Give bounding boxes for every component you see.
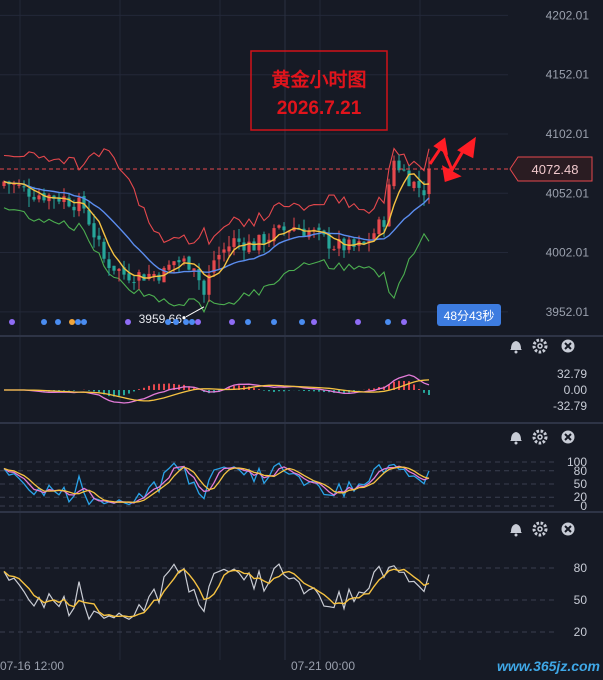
candle-body [22, 186, 26, 188]
event-dot [173, 319, 179, 325]
y-tick-label: 4002.01 [546, 246, 590, 260]
candle-body [167, 264, 171, 270]
rsi-tick-label: 80 [574, 561, 588, 575]
close-icon[interactable] [561, 430, 575, 444]
candle-body [112, 265, 116, 271]
candle-body [417, 180, 421, 188]
candle-body [172, 261, 176, 266]
macd-tick-label: 0.00 [564, 383, 588, 397]
bell-clapper [514, 533, 518, 537]
candle-body [412, 181, 416, 189]
candle-body [92, 223, 96, 238]
chart-subtitle: 2026.7.21 [277, 98, 362, 119]
y-tick-label: 4202.01 [546, 8, 590, 22]
event-dot [9, 319, 15, 325]
candle-body [117, 268, 121, 271]
kdj-tick-label: 50 [574, 477, 588, 491]
event-dot [183, 319, 189, 325]
event-dot [125, 319, 131, 325]
candle-body [182, 258, 186, 262]
candle-body [27, 188, 31, 197]
event-dot [271, 319, 277, 325]
candle-body [392, 160, 396, 187]
candle-body [192, 268, 196, 271]
candle-body [152, 273, 156, 277]
bell-clapper [514, 350, 518, 354]
candle-body [177, 260, 181, 263]
close-icon[interactable] [561, 339, 575, 353]
candle-body [77, 197, 81, 212]
candle-body [237, 238, 241, 242]
candle-body [317, 227, 321, 231]
event-dot [75, 319, 81, 325]
watermark: www.365jz.com [497, 658, 600, 674]
countdown-label: 48分43秒 [444, 309, 495, 323]
y-tick-label: 4102.01 [546, 127, 590, 141]
candle-body [277, 225, 281, 228]
event-dot [55, 319, 61, 325]
low-marker-dot [182, 316, 186, 320]
event-dot [299, 319, 305, 325]
candle-body [32, 196, 36, 200]
y-tick-label: 3952.01 [546, 305, 590, 319]
candle-body [282, 226, 286, 231]
candle-body [332, 249, 336, 251]
candle-body [422, 190, 426, 196]
rsi-tick-label: 20 [574, 625, 588, 639]
macd-tick-label: 32.79 [557, 367, 587, 381]
kdj-tick-label: 0 [580, 499, 587, 513]
event-dot [245, 319, 251, 325]
rsi-tick-label: 50 [574, 593, 588, 607]
event-dot [41, 319, 47, 325]
candle-body [127, 273, 131, 281]
x-label: 07-16 12:00 [0, 659, 64, 673]
gear-hub [537, 434, 543, 440]
candle-body [372, 233, 376, 240]
candle-body [132, 282, 136, 284]
event-dot [165, 319, 171, 325]
last-price-label: 4072.48 [532, 162, 579, 177]
candle-body [97, 235, 101, 240]
event-dot [355, 319, 361, 325]
gear-hub [537, 343, 543, 349]
macd-tick-label: -32.79 [553, 399, 587, 413]
candle-body [202, 280, 206, 295]
candle-body [217, 254, 221, 260]
kdj-tick-label: 80 [574, 464, 588, 478]
bell-clapper [514, 441, 518, 445]
candle-body [242, 242, 246, 251]
candle-body [232, 238, 236, 247]
candle-body [37, 195, 41, 200]
event-dot [195, 319, 201, 325]
y-tick-label: 4052.01 [546, 186, 590, 200]
event-dot [385, 319, 391, 325]
close-icon[interactable] [561, 522, 575, 536]
candle-body [87, 209, 91, 225]
event-dot [311, 319, 317, 325]
event-dot [81, 319, 87, 325]
candle-body [222, 249, 226, 253]
candle-body [102, 241, 106, 259]
candle-body [427, 168, 431, 195]
gear-hub [537, 526, 543, 532]
x-label: 07-21 00:00 [291, 659, 355, 673]
event-dot [229, 319, 235, 325]
candle-body [402, 169, 406, 171]
candle-body [252, 241, 256, 251]
event-dot [189, 319, 195, 325]
candle-body [72, 206, 76, 211]
candle-body [17, 184, 21, 186]
candle-body [227, 246, 231, 252]
candle-body [382, 220, 386, 227]
chart-canvas: 4202.01 4152.01 4102.01 4052.01 4002.01 3952.… [0, 0, 603, 680]
event-dot [401, 319, 407, 325]
candle-body [262, 234, 266, 245]
candle-body [377, 219, 381, 234]
y-tick-label: 4152.01 [546, 68, 590, 82]
candle-body [107, 259, 111, 268]
event-dot [69, 319, 75, 325]
chart-title: 黄金小时图 [271, 68, 366, 91]
candle-body [257, 234, 261, 251]
candle-body [407, 170, 411, 187]
